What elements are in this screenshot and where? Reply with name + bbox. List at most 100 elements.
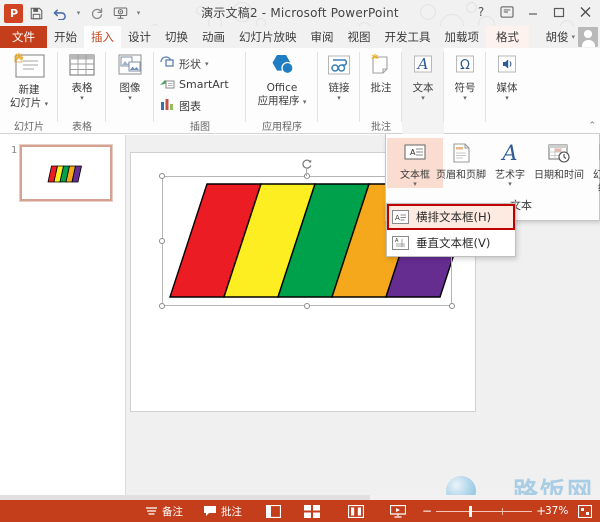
wordart-caret-icon[interactable]: ▾ bbox=[508, 181, 512, 188]
tab-slideshow[interactable]: 幻灯片放映 bbox=[232, 26, 304, 48]
slides-panel: 1 bbox=[0, 135, 126, 495]
ribbon: 新建 幻灯片 ▾ 幻灯片 表格 ▾ 表格 bbox=[0, 48, 600, 134]
table-button[interactable]: 表格 ▾ bbox=[58, 52, 106, 102]
slide-thumbnail-1[interactable] bbox=[20, 145, 112, 201]
minimize-button[interactable] bbox=[520, 1, 546, 23]
omega-icon: Ω bbox=[450, 52, 480, 82]
comment-button[interactable]: 批注 bbox=[360, 52, 402, 95]
slide-number-icon bbox=[596, 138, 600, 168]
gallery-item-header-footer[interactable]: 页眉和页脚 bbox=[431, 138, 491, 181]
shapes-caret-icon[interactable]: ▾ bbox=[205, 60, 209, 68]
symbol-caret-icon[interactable]: ▾ bbox=[463, 95, 467, 102]
shapes-icon bbox=[159, 55, 175, 72]
start-slideshow-icon[interactable] bbox=[110, 3, 131, 23]
undo-dropdown-caret[interactable]: ▾ bbox=[74, 9, 83, 17]
media-icon bbox=[492, 52, 522, 82]
ribbon-display-options-button[interactable] bbox=[494, 1, 520, 23]
comment-label: 批注 bbox=[371, 83, 392, 95]
tab-file[interactable]: 文件 bbox=[0, 26, 47, 48]
collapse-ribbon-icon[interactable]: ⌃ bbox=[588, 121, 596, 131]
zoom-out-button[interactable]: − bbox=[418, 504, 436, 518]
title-bar: 演示文稿2 - Microsoft PowerPoint P ▾ ▾ ? bbox=[0, 0, 600, 26]
images-button[interactable]: 图像 ▾ bbox=[106, 52, 154, 102]
notes-button[interactable]: 备注 bbox=[145, 500, 183, 522]
selection-handle-tc[interactable] bbox=[304, 173, 310, 179]
smartart-button[interactable]: SmartArt bbox=[159, 74, 229, 95]
notes-icon bbox=[145, 505, 158, 517]
svg-text:A: A bbox=[395, 238, 399, 244]
tab-developer[interactable]: 开发工具 bbox=[378, 26, 438, 48]
zoom-track[interactable] bbox=[436, 511, 532, 512]
save-icon[interactable] bbox=[26, 3, 47, 23]
tab-review[interactable]: 审阅 bbox=[304, 26, 341, 48]
svg-text:A: A bbox=[416, 55, 429, 73]
customize-qat-caret[interactable]: ▾ bbox=[134, 9, 143, 17]
redo-icon[interactable] bbox=[86, 3, 107, 23]
tab-view[interactable]: 视图 bbox=[341, 26, 378, 48]
gallery-item-date-time[interactable]: 日期和时间 bbox=[528, 138, 590, 181]
textbox-submenu: A 横排文本框(H) A 垂直文本框(V) bbox=[386, 203, 516, 257]
gallery-item-wordart[interactable]: A 艺术字 ▾ bbox=[490, 138, 530, 188]
help-button[interactable]: ? bbox=[468, 1, 494, 23]
selection-handle-bl[interactable] bbox=[159, 303, 165, 309]
undo-icon[interactable] bbox=[50, 3, 71, 23]
new-slide-icon bbox=[10, 52, 48, 84]
maximize-button[interactable] bbox=[546, 1, 572, 23]
rotate-handle-icon[interactable] bbox=[301, 158, 312, 169]
tab-transitions[interactable]: 切换 bbox=[158, 26, 195, 48]
new-slide-button[interactable]: 新建 幻灯片 ▾ bbox=[0, 52, 58, 109]
user-name[interactable]: 胡俊 bbox=[537, 29, 571, 45]
tab-animations[interactable]: 动画 bbox=[195, 26, 232, 48]
ribbon-group-illustrations: 形状 ▾ SmartArt 图表 插图 bbox=[154, 48, 246, 134]
textbox-caret-icon[interactable]: ▾ bbox=[413, 181, 417, 188]
zoom-level[interactable]: 37% bbox=[545, 500, 568, 522]
symbol-button[interactable]: Ω 符号 ▾ bbox=[444, 52, 486, 102]
view-sorter-button[interactable] bbox=[304, 500, 320, 522]
selection-handle-ml[interactable] bbox=[159, 238, 165, 244]
media-button[interactable]: 媒体 ▾ bbox=[486, 52, 528, 102]
text-caret-icon[interactable]: ▾ bbox=[421, 95, 425, 102]
wordart-icon: A bbox=[497, 138, 523, 168]
gallery-item-slide-number[interactable]: 幻灯片 编号 bbox=[588, 138, 600, 194]
group-label-slides: 幻灯片 bbox=[0, 118, 58, 133]
view-reading-button[interactable] bbox=[348, 500, 364, 522]
new-slide-caret-icon[interactable]: ▾ bbox=[45, 100, 49, 108]
slide-thumbnail-content bbox=[25, 150, 107, 196]
fit-slide-button[interactable] bbox=[578, 500, 592, 522]
office-apps-caret-icon[interactable]: ▾ bbox=[303, 98, 307, 106]
tab-addins[interactable]: 加载项 bbox=[438, 26, 487, 48]
link-button[interactable]: 链接 ▾ bbox=[318, 52, 360, 102]
link-caret-icon[interactable]: ▾ bbox=[337, 95, 341, 102]
text-button[interactable]: A 文本 ▾ bbox=[402, 52, 444, 102]
selection-handle-tl[interactable] bbox=[159, 173, 165, 179]
media-caret-icon[interactable]: ▾ bbox=[505, 95, 509, 102]
slide-sorter-icon bbox=[304, 505, 320, 518]
table-caret-icon[interactable]: ▾ bbox=[80, 95, 84, 102]
zoom-slider[interactable]: − + bbox=[418, 500, 550, 522]
office-apps-button[interactable]: Office 应用程序 ▾ bbox=[246, 52, 318, 107]
images-caret-icon[interactable]: ▾ bbox=[128, 95, 132, 102]
tab-home[interactable]: 开始 bbox=[47, 26, 84, 48]
selection-handle-bc[interactable] bbox=[304, 303, 310, 309]
view-normal-button[interactable] bbox=[266, 500, 281, 522]
tab-design[interactable]: 设计 bbox=[121, 26, 158, 48]
menu-item-horizontal-textbox[interactable]: A 横排文本框(H) bbox=[387, 204, 515, 230]
tab-insert[interactable]: 插入 bbox=[84, 26, 121, 48]
avatar[interactable] bbox=[578, 27, 598, 47]
status-bar: 备注 批注 − + 37% bbox=[0, 500, 600, 522]
tab-format[interactable]: 格式 bbox=[486, 26, 529, 48]
close-button[interactable] bbox=[572, 1, 598, 23]
selection-handle-br[interactable] bbox=[449, 303, 455, 309]
shapes-label: 形状 bbox=[179, 56, 201, 72]
shapes-button[interactable]: 形状 ▾ bbox=[159, 53, 229, 74]
chart-button[interactable]: 图表 bbox=[159, 95, 229, 116]
view-slideshow-button[interactable] bbox=[390, 500, 406, 522]
zoom-thumb[interactable] bbox=[469, 506, 472, 517]
comments-button[interactable]: 批注 bbox=[203, 500, 242, 522]
group-label-illustrations: 插图 bbox=[154, 118, 246, 133]
smartart-icon bbox=[159, 76, 175, 93]
menu-label-vertical-textbox: 垂直文本框(V) bbox=[416, 235, 490, 251]
header-footer-icon bbox=[448, 138, 474, 168]
menu-item-vertical-textbox[interactable]: A 垂直文本框(V) bbox=[387, 230, 515, 256]
fit-to-window-icon bbox=[578, 505, 592, 518]
